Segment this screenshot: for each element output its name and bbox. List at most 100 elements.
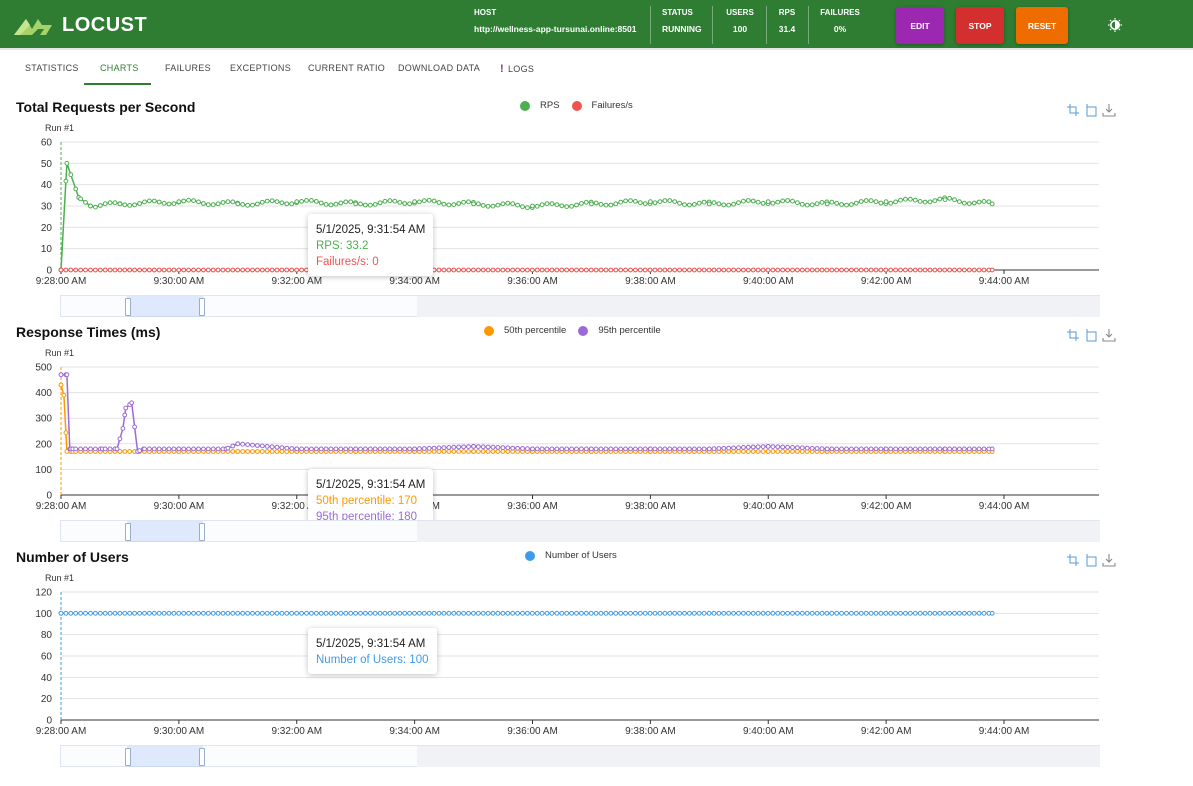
data-point	[500, 610, 506, 616]
data-point	[667, 610, 673, 616]
data-point	[363, 610, 368, 616]
data-point	[628, 610, 633, 616]
data-point	[687, 610, 692, 616]
data-point	[490, 610, 496, 616]
users-tooltip: 5/1/2025, 9:31:54 AM Number of Users: 10…	[308, 628, 437, 674]
data-point	[240, 610, 246, 616]
data-point	[942, 610, 948, 616]
data-point	[579, 610, 584, 616]
data-point	[436, 610, 442, 616]
data-point	[97, 610, 103, 616]
data-point	[849, 610, 854, 616]
data-point	[338, 610, 344, 616]
data-point	[407, 610, 413, 616]
data-point	[760, 610, 766, 616]
data-point	[819, 610, 825, 616]
data-point	[873, 610, 879, 616]
zoom-data-area	[417, 746, 1100, 767]
data-point	[795, 610, 800, 616]
data-point	[421, 610, 427, 616]
data-point	[539, 610, 545, 616]
data-point	[554, 610, 560, 616]
data-point	[829, 610, 835, 616]
data-point	[382, 610, 388, 616]
data-point	[196, 610, 201, 616]
users-chart: 0 20 40 60 80 100 120 9:28:00 AM 9:30:00 AM 9:32:…	[35, 588, 1099, 737]
data-point	[588, 610, 594, 616]
data-point	[318, 610, 324, 616]
data-point	[593, 610, 599, 616]
data-point	[549, 610, 555, 616]
data-point	[647, 610, 653, 616]
data-point	[932, 610, 938, 616]
data-point	[721, 610, 727, 616]
data-point	[981, 610, 987, 616]
data-point	[348, 610, 354, 616]
tooltip-users: Number of Users: 100	[316, 654, 429, 666]
y-tick-label: 20	[41, 694, 53, 705]
data-point	[529, 610, 535, 616]
data-point	[952, 610, 957, 616]
data-point	[132, 610, 138, 616]
data-point	[264, 610, 270, 616]
data-point	[839, 610, 844, 616]
data-point	[166, 610, 172, 616]
data-point	[451, 610, 457, 616]
data-point	[657, 610, 663, 616]
data-point	[294, 610, 300, 616]
data-point	[220, 610, 226, 616]
data-point	[623, 610, 628, 616]
data-point	[313, 610, 319, 616]
data-point	[868, 610, 874, 616]
x-tick-label: 9:42:00 AM	[861, 726, 912, 737]
x-tick-label: 9:28:00 AM	[36, 726, 87, 737]
data-point	[755, 610, 761, 616]
data-point	[937, 610, 943, 616]
data-point	[431, 610, 437, 616]
data-point	[117, 610, 123, 616]
data-point	[520, 610, 525, 616]
data-point	[304, 610, 309, 616]
data-point	[161, 610, 167, 616]
data-point	[652, 610, 658, 616]
data-point	[107, 610, 113, 616]
data-point	[583, 610, 589, 616]
data-point	[68, 610, 74, 616]
users-zoom-slider[interactable]	[60, 745, 1100, 767]
data-point	[569, 610, 574, 616]
data-point	[618, 610, 624, 616]
data-point	[156, 610, 162, 616]
data-point	[176, 610, 182, 616]
zoom-handle-left[interactable]	[125, 748, 131, 766]
data-point	[534, 610, 540, 616]
x-tick-label: 9:38:00 AM	[625, 726, 676, 737]
data-point	[201, 610, 206, 616]
data-point	[711, 610, 717, 616]
data-point	[515, 610, 520, 616]
data-point	[181, 610, 187, 616]
data-point	[989, 610, 995, 616]
data-point	[83, 610, 88, 616]
data-point	[309, 610, 314, 616]
data-point	[147, 610, 152, 616]
data-point	[343, 610, 349, 616]
data-point	[377, 610, 383, 616]
tooltip-time: 5/1/2025, 9:31:54 AM	[316, 638, 426, 650]
zoom-selection[interactable]	[127, 746, 203, 767]
data-point	[691, 610, 697, 616]
data-point	[93, 610, 98, 616]
y-tick-label: 80	[41, 630, 53, 641]
data-point	[966, 610, 972, 616]
data-point	[137, 610, 143, 616]
data-point	[780, 610, 786, 616]
data-point	[770, 610, 776, 616]
data-point	[957, 610, 962, 616]
x-tick-label: 9:44:00 AM	[979, 726, 1030, 737]
data-point	[574, 610, 579, 616]
data-point	[603, 610, 609, 616]
data-point	[785, 610, 790, 616]
data-point	[259, 610, 265, 616]
data-point	[799, 610, 805, 616]
data-point	[903, 610, 908, 616]
zoom-handle-right[interactable]	[199, 748, 205, 766]
